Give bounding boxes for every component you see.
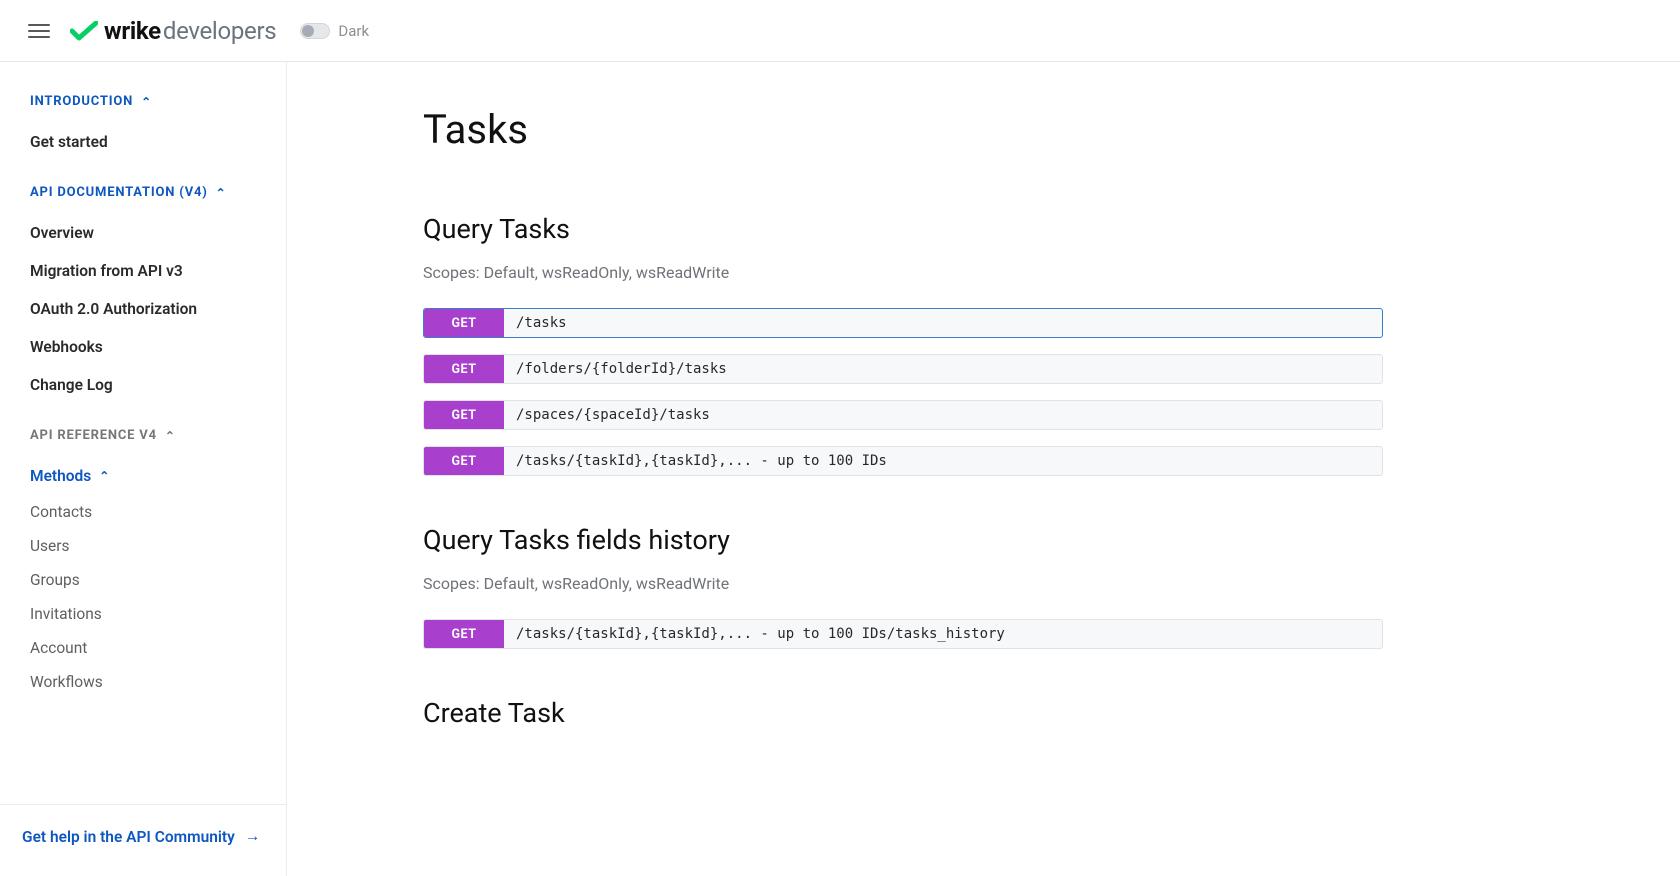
sections-root: Query Tasks Scopes: Default, wsReadOnly, … bbox=[423, 213, 1383, 729]
top-header: wrikedevelopers Dark bbox=[0, 0, 1680, 62]
http-method-badge: GET bbox=[424, 355, 504, 383]
sidebar-section-header[interactable]: API DOCUMENTATION (V4) ⌃ bbox=[30, 185, 256, 200]
sidebar-section-title: INTRODUCTION bbox=[30, 94, 133, 109]
sidebar-section: API DOCUMENTATION (V4) ⌃ Overview Migration… bbox=[0, 179, 286, 422]
endpoint-path: /tasks bbox=[504, 309, 1382, 337]
doc-section: Query Tasks Scopes: Default, wsReadOnly, … bbox=[423, 213, 1383, 476]
toggle-track bbox=[300, 23, 330, 39]
arrow-right-icon: → bbox=[245, 827, 261, 846]
sidebar-item-label: Users bbox=[30, 537, 70, 555]
endpoint-row[interactable]: GET/tasks bbox=[423, 308, 1383, 338]
section-scopes: Scopes: Default, wsReadOnly, wsReadWrite bbox=[423, 263, 1383, 282]
sidebar-section: API REFERENCE V4 ⌃ Methods ⌃ Contacts Users Gr… bbox=[0, 422, 286, 717]
sidebar-item[interactable]: Webhooks bbox=[30, 328, 256, 366]
http-method-badge: GET bbox=[424, 447, 504, 475]
http-method-badge: GET bbox=[424, 401, 504, 429]
http-method-badge: GET bbox=[424, 309, 504, 337]
sidebar-section-title: API DOCUMENTATION (V4) bbox=[30, 185, 208, 200]
doc-section: Query Tasks fields history Scopes: Defaul… bbox=[423, 524, 1383, 649]
sidebar-footer: Get help in the API Community → bbox=[0, 804, 286, 876]
dark-mode-toggle[interactable]: Dark bbox=[300, 22, 369, 40]
endpoint-path: /tasks/{taskId},{taskId},... - up to 100… bbox=[504, 620, 1382, 648]
endpoint-row[interactable]: GET/tasks/{taskId},{taskId},... - up to … bbox=[423, 446, 1383, 476]
endpoint-path: /tasks/{taskId},{taskId},... - up to 100… bbox=[504, 447, 1382, 475]
sidebar-item-label: Account bbox=[30, 639, 87, 657]
brand-sub: developers bbox=[163, 17, 277, 45]
sidebar-item[interactable]: Overview bbox=[30, 214, 256, 252]
sidebar-item-label: Webhooks bbox=[30, 338, 103, 356]
section-heading: Create Task bbox=[423, 697, 1383, 729]
sidebar-item[interactable]: Invitations bbox=[30, 597, 256, 631]
sidebar-item[interactable]: Methods ⌃ bbox=[30, 457, 256, 495]
menu-icon[interactable] bbox=[28, 20, 50, 42]
api-community-label: Get help in the API Community bbox=[22, 828, 235, 846]
section-heading: Query Tasks fields history bbox=[423, 524, 1383, 556]
sidebar-item-label: Methods bbox=[30, 467, 91, 485]
sidebar-item[interactable]: Users bbox=[30, 529, 256, 563]
endpoint-row[interactable]: GET/spaces/{spaceId}/tasks bbox=[423, 400, 1383, 430]
brand-text: wrikedevelopers bbox=[104, 17, 276, 45]
sidebar-item-label: Migration from API v3 bbox=[30, 262, 183, 280]
sidebar-item-label: Workflows bbox=[30, 673, 103, 691]
sidebar-section: INTRODUCTION ⌃ Get started bbox=[0, 88, 286, 179]
sidebar-item-label: Get started bbox=[30, 133, 108, 151]
logo-checkmark-icon bbox=[70, 21, 98, 41]
brand-main: wrike bbox=[104, 17, 161, 45]
sidebar-scroll[interactable]: INTRODUCTION ⌃ Get started API DOCUMENTATIO… bbox=[0, 62, 286, 804]
dark-mode-label: Dark bbox=[338, 22, 369, 40]
endpoint-row[interactable]: GET/tasks/{taskId},{taskId},... - up to … bbox=[423, 619, 1383, 649]
sidebar-item-label: Invitations bbox=[30, 605, 102, 623]
endpoint-path: /spaces/{spaceId}/tasks bbox=[504, 401, 1382, 429]
chevron-up-icon: ⌃ bbox=[141, 96, 152, 108]
http-method-badge: GET bbox=[424, 620, 504, 648]
main-content[interactable]: Tasks Query Tasks Scopes: Default, wsRead… bbox=[287, 62, 1680, 876]
endpoint-row[interactable]: GET/folders/{folderId}/tasks bbox=[423, 354, 1383, 384]
chevron-up-icon: ⌃ bbox=[99, 470, 109, 482]
sidebar-section-header[interactable]: INTRODUCTION ⌃ bbox=[30, 94, 256, 109]
chevron-up-icon: ⌃ bbox=[165, 430, 176, 442]
sidebar-item-label: Overview bbox=[30, 224, 94, 242]
toggle-knob bbox=[302, 25, 314, 37]
sidebar-section-header[interactable]: API REFERENCE V4 ⌃ bbox=[30, 428, 256, 443]
doc-section: Create Task bbox=[423, 697, 1383, 729]
endpoint-path: /folders/{folderId}/tasks bbox=[504, 355, 1382, 383]
section-scopes: Scopes: Default, wsReadOnly, wsReadWrite bbox=[423, 574, 1383, 593]
sidebar-item[interactable]: Get started bbox=[30, 123, 256, 161]
sidebar-item-label: OAuth 2.0 Authorization bbox=[30, 300, 197, 318]
sidebar-item[interactable]: Groups bbox=[30, 563, 256, 597]
api-community-link[interactable]: Get help in the API Community → bbox=[22, 827, 260, 846]
sidebar-item[interactable]: Account bbox=[30, 631, 256, 665]
sidebar-item-label: Contacts bbox=[30, 503, 92, 521]
page-title: Tasks bbox=[423, 106, 1383, 153]
content-column: Tasks Query Tasks Scopes: Default, wsRead… bbox=[423, 106, 1383, 729]
sidebar-item-label: Change Log bbox=[30, 376, 113, 394]
sidebar-item[interactable]: OAuth 2.0 Authorization bbox=[30, 290, 256, 328]
sidebar-item[interactable]: Migration from API v3 bbox=[30, 252, 256, 290]
sidebar-item[interactable]: Contacts bbox=[30, 495, 256, 529]
sidebar-section-title: API REFERENCE V4 bbox=[30, 428, 157, 443]
brand-logo[interactable]: wrikedevelopers bbox=[70, 17, 276, 45]
sidebar: INTRODUCTION ⌃ Get started API DOCUMENTATIO… bbox=[0, 62, 287, 876]
sidebar-item[interactable]: Change Log bbox=[30, 366, 256, 404]
sidebar-item-label: Groups bbox=[30, 571, 80, 589]
section-heading: Query Tasks bbox=[423, 213, 1383, 245]
sidebar-item[interactable]: Workflows bbox=[30, 665, 256, 699]
chevron-up-icon: ⌃ bbox=[216, 187, 227, 199]
